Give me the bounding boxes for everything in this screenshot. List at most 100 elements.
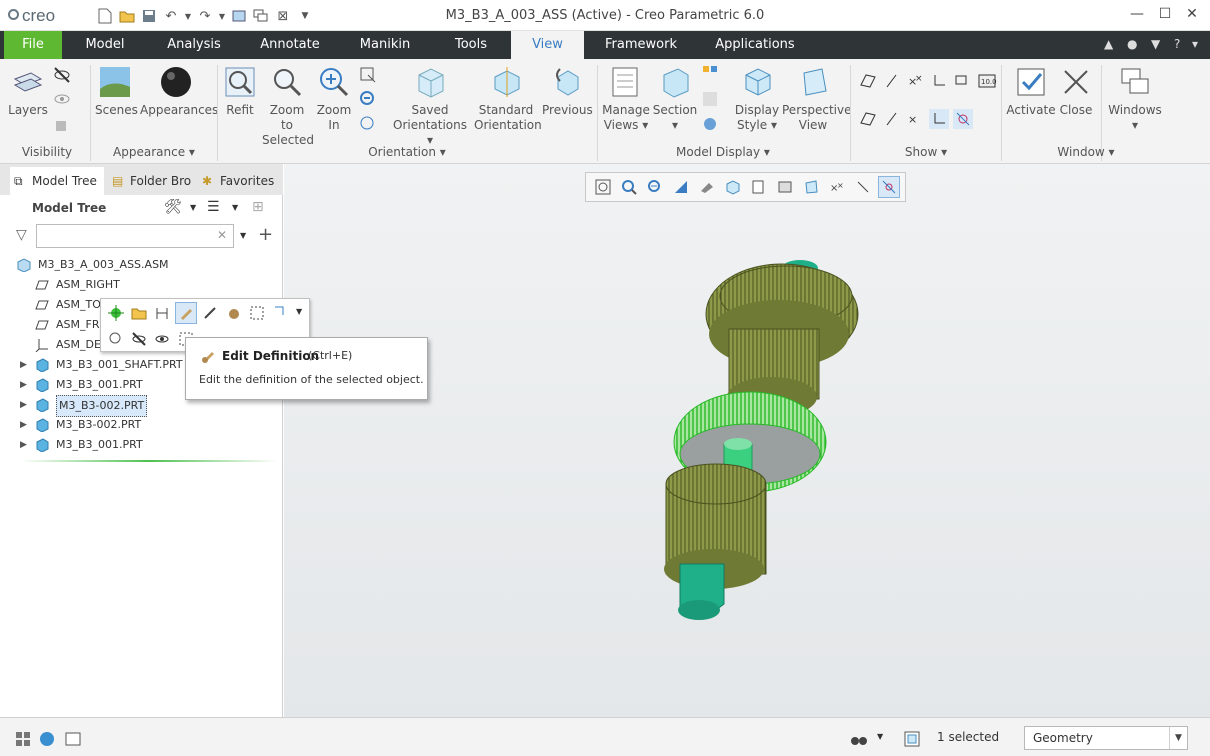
zoom-out-icon[interactable]: [644, 176, 666, 198]
undo-icon[interactable]: ↶: [162, 7, 180, 25]
plane-display-icon[interactable]: [858, 71, 878, 91]
axis-display-icon[interactable]: [882, 71, 902, 91]
tab-view[interactable]: View: [511, 31, 584, 59]
display-style-button[interactable]: Display Style ▾: [734, 65, 780, 133]
find-binoculars-icon[interactable]: [850, 730, 868, 748]
learning-icon[interactable]: ▼: [1151, 37, 1160, 51]
redo-dropdown-icon[interactable]: ▼: [218, 7, 226, 25]
spin-center-icon[interactable]: [878, 176, 900, 198]
tab-applications[interactable]: Applications: [708, 31, 802, 59]
perspective-icon[interactable]: [800, 176, 822, 198]
close-button[interactable]: Close: [1056, 65, 1096, 118]
point-tag-icon[interactable]: ×: [905, 109, 925, 129]
hide-icon[interactable]: [52, 65, 72, 85]
tab-manikin[interactable]: Manikin: [352, 31, 418, 59]
previous-button[interactable]: Previous: [542, 65, 593, 118]
fullscreen-icon[interactable]: [64, 730, 82, 748]
tab-favorites[interactable]: ✱ Favorites: [198, 167, 280, 195]
windows-icon[interactable]: [252, 7, 270, 25]
redo-icon[interactable]: ↷: [196, 7, 214, 25]
zoom-selected-icon[interactable]: [105, 328, 127, 350]
csys-tag-icon[interactable]: [929, 109, 949, 129]
zoom-in-button[interactable]: Zoom In: [316, 65, 352, 133]
tab-model-tree[interactable]: ⧉ Model Tree: [10, 167, 104, 195]
search-dropdown-icon[interactable]: ▼: [240, 231, 246, 240]
status-icon[interactable]: [52, 115, 72, 135]
filter-icon[interactable]: ▽: [16, 227, 27, 243]
pan-icon[interactable]: [358, 65, 378, 85]
help-icon[interactable]: ?: [1174, 37, 1180, 51]
annotation-display-icon[interactable]: [852, 176, 874, 198]
axis-tag-icon[interactable]: [882, 109, 902, 129]
maximize-icon[interactable]: ☐: [1155, 6, 1175, 26]
perspective-view-button[interactable]: Perspective View: [782, 65, 852, 133]
dimension-display-icon[interactable]: 10.0: [977, 71, 997, 91]
display-style-icon[interactable]: [722, 176, 744, 198]
tree-columns-icon[interactable]: ⊞: [252, 199, 264, 215]
tab-annotate[interactable]: Annotate: [252, 31, 328, 59]
section-button[interactable]: Section ▾: [652, 65, 698, 133]
show-eye-icon[interactable]: [52, 89, 72, 109]
appearance-manager-icon[interactable]: [700, 114, 720, 134]
zoom-in-icon[interactable]: [618, 176, 640, 198]
minimize-icon[interactable]: —: [1127, 6, 1147, 26]
repaint-icon[interactable]: [670, 176, 692, 198]
tree-search-input[interactable]: ✕: [36, 224, 234, 248]
display-settings-icon[interactable]: [700, 89, 720, 109]
select-parent-icon[interactable]: [270, 302, 292, 324]
spin-center-display-icon[interactable]: [953, 109, 973, 129]
view-style-icon[interactable]: [696, 176, 718, 198]
edit-definition-icon[interactable]: [175, 302, 197, 324]
section-tools-icon[interactable]: [700, 63, 720, 83]
tree-item-root[interactable]: M3_B3_A_003_ASS.ASM: [0, 255, 262, 275]
tree-item[interactable]: ▶ M3_B3_001.PRT: [0, 435, 280, 455]
scenes-button[interactable]: Scenes: [95, 65, 138, 118]
tab-framework[interactable]: Framework: [598, 31, 684, 59]
layers-button[interactable]: Layers: [8, 65, 48, 118]
window-group-label[interactable]: Window ▾: [1006, 145, 1166, 159]
expand-arrow-icon[interactable]: ▶: [20, 415, 27, 435]
tab-file[interactable]: File: [4, 31, 62, 59]
saved-orientations-button[interactable]: Saved Orientations ▾: [390, 65, 470, 148]
community-icon[interactable]: ●: [1127, 37, 1137, 51]
regenerate-icon[interactable]: [230, 7, 248, 25]
edit-dimensions-icon[interactable]: [151, 302, 173, 324]
appearances-button[interactable]: Appearances: [140, 65, 218, 118]
tab-folder-browser[interactable]: ▤ Folder Bro: [108, 167, 194, 195]
tree-item[interactable]: ASM_RIGHT: [0, 275, 280, 295]
appearance-group-label[interactable]: Appearance ▾: [95, 145, 213, 159]
graphics-viewport[interactable]: [284, 164, 1210, 717]
standard-orientation-button[interactable]: Standard Orientation: [474, 65, 542, 133]
new-file-icon[interactable]: [96, 7, 114, 25]
manage-views-button[interactable]: Manage Views ▾: [602, 65, 650, 133]
spin-center-icon[interactable]: [358, 114, 378, 134]
customize-qat-icon[interactable]: ▼: [296, 7, 314, 25]
tab-tools[interactable]: Tools: [442, 31, 500, 59]
datum-display-icon[interactable]: × ×: [826, 176, 848, 198]
selection-buffer-icon[interactable]: [903, 730, 921, 748]
show-list-icon[interactable]: ☰: [207, 199, 220, 215]
windows-button[interactable]: Windows ▾: [1106, 65, 1164, 133]
tab-analysis[interactable]: Analysis: [158, 31, 230, 59]
expand-arrow-icon[interactable]: ▶: [20, 395, 27, 415]
show-group-label[interactable]: Show ▾: [855, 145, 997, 159]
zoom-out-icon[interactable]: [358, 89, 378, 109]
find-dropdown-icon[interactable]: ▼: [877, 732, 883, 741]
saved-orientations-icon[interactable]: [748, 176, 770, 198]
view-manager-icon[interactable]: [774, 176, 796, 198]
orientation-group-label[interactable]: Orientation ▾: [222, 145, 592, 159]
show-icon[interactable]: [151, 328, 173, 350]
point-display-icon[interactable]: ××: [905, 71, 925, 91]
undo-dropdown-icon[interactable]: ▼: [184, 7, 192, 25]
settings-dropdown-icon[interactable]: ▼: [190, 203, 196, 212]
zoom-to-selected-button[interactable]: Zoom to Selected: [262, 65, 314, 148]
filter-dropdown-icon[interactable]: ▼: [1169, 727, 1187, 749]
clear-search-icon[interactable]: ✕: [217, 228, 227, 242]
edit-references-icon[interactable]: [199, 302, 221, 324]
expand-arrow-icon[interactable]: ▶: [20, 435, 27, 455]
csys-display-icon[interactable]: [929, 71, 949, 91]
add-filter-icon[interactable]: +: [258, 224, 273, 245]
save-icon[interactable]: [140, 7, 158, 25]
expand-arrow-icon[interactable]: ▶: [20, 375, 27, 395]
hide-icon[interactable]: [128, 328, 150, 350]
